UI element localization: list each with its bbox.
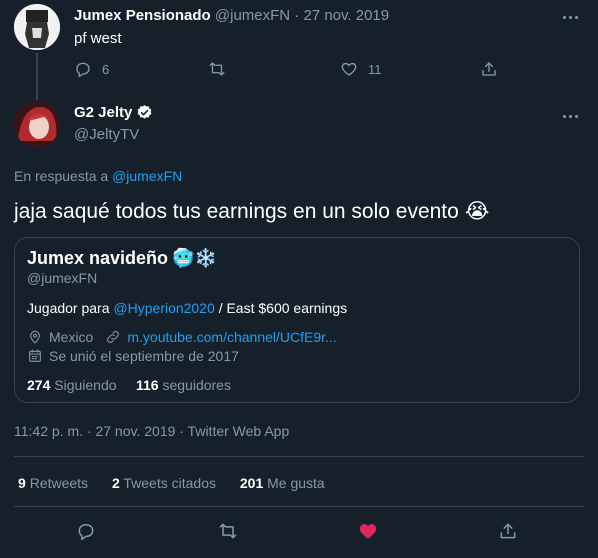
avatar-image bbox=[14, 101, 60, 147]
location-icon bbox=[30, 330, 40, 344]
likes-label: Me gusta bbox=[267, 475, 325, 491]
tweet-actions bbox=[0, 521, 598, 543]
tweet-text-row: jaja saqué todos tus earnings en un solo… bbox=[14, 199, 489, 224]
card-name-row: Jumex navideño 🥶❄️ bbox=[27, 248, 217, 269]
retweet-icon bbox=[209, 62, 225, 76]
quotes-count: 2 bbox=[111, 475, 120, 491]
author-name[interactable]: Jumex Pensionado bbox=[74, 7, 211, 24]
followers-stat[interactable]: 116 seguidores bbox=[136, 377, 231, 393]
card-stats: 274 Siguiendo 116 seguidores bbox=[27, 377, 231, 393]
bio-mention-link[interactable]: @Hyperion2020 bbox=[113, 300, 214, 316]
share-icon bbox=[482, 62, 496, 76]
separator: · bbox=[294, 7, 300, 24]
card-website-link[interactable]: m.youtube.com/channel/UCfE9r... bbox=[127, 329, 336, 345]
following-label: Siguiendo bbox=[54, 377, 117, 393]
like-button[interactable]: 11 bbox=[340, 60, 382, 78]
heart-icon bbox=[341, 62, 357, 76]
share-icon bbox=[500, 523, 516, 539]
followers-label: seguidores bbox=[162, 377, 231, 393]
likes-stat[interactable]: 201 Me gusta bbox=[240, 475, 325, 491]
avatar[interactable] bbox=[14, 101, 60, 147]
card-handle: @jumexFN bbox=[27, 270, 98, 286]
thread-line bbox=[36, 53, 38, 100]
share-button[interactable] bbox=[480, 60, 498, 78]
tweet-timestamp[interactable]: 11:42 p. m. · 27 nov. 2019 · Twitter Web… bbox=[14, 423, 289, 439]
profile-card[interactable]: Jumex navideño 🥶❄️ @jumexFN Jugador para… bbox=[14, 237, 580, 403]
retweets-stat[interactable]: 9 Retweets bbox=[18, 475, 88, 491]
parent-tweet[interactable]: Jumex Pensionado @jumexFN · 27 nov. 2019… bbox=[0, 0, 598, 100]
card-joined: Se unió el septiembre de 2017 bbox=[49, 348, 239, 364]
heart-icon bbox=[359, 524, 377, 539]
tweet-stats: 9 Retweets 2 Tweets citados 201 Me gusta bbox=[18, 475, 345, 491]
bio-prefix: Jugador para bbox=[27, 300, 110, 316]
link-icon bbox=[107, 331, 120, 343]
crying-emoji: 😭 bbox=[464, 200, 490, 223]
share-button[interactable] bbox=[498, 521, 518, 546]
author-name[interactable]: G2 Jelty bbox=[74, 104, 132, 121]
likes-count: 201 bbox=[239, 475, 264, 491]
reply-count: 6 bbox=[102, 61, 110, 77]
reply-context: En respuesta a @jumexFN bbox=[14, 168, 182, 184]
author-handle[interactable]: @JeltyTV bbox=[74, 126, 139, 143]
more-icon[interactable] bbox=[560, 9, 580, 25]
quotes-label: Tweets citados bbox=[123, 475, 216, 491]
avatar-image bbox=[14, 4, 60, 50]
tweet-text: pf west bbox=[74, 30, 122, 47]
retweets-label: Retweets bbox=[29, 475, 89, 491]
card-name: Jumex navideño bbox=[27, 248, 169, 268]
reply-mention-link[interactable]: @jumexFN bbox=[112, 168, 182, 184]
card-bio: Jugador para @Hyperion2020 / East $600 e… bbox=[27, 300, 347, 316]
parent-actions: 6 11 bbox=[74, 60, 504, 80]
card-location: Mexico bbox=[49, 329, 94, 345]
card-location-row: Mexico m.youtube.com/channel/UCfE9r... bbox=[27, 329, 337, 345]
author-handle[interactable]: @jumexFN bbox=[215, 7, 290, 24]
verified-badge-icon bbox=[138, 105, 152, 119]
retweet-button[interactable] bbox=[218, 521, 238, 546]
calendar-icon bbox=[29, 349, 41, 362]
parent-header: Jumex Pensionado @jumexFN · 27 nov. 2019 bbox=[74, 7, 389, 24]
avatar[interactable] bbox=[14, 4, 60, 50]
retweet-icon bbox=[219, 523, 237, 539]
like-count: 11 bbox=[368, 61, 382, 77]
divider bbox=[14, 506, 584, 507]
like-button[interactable] bbox=[358, 521, 378, 546]
tweet-text: jaja saqué todos tus earnings en un solo… bbox=[14, 199, 459, 223]
reply-button[interactable] bbox=[76, 521, 96, 546]
retweets-count: 9 bbox=[18, 475, 26, 491]
card-name-emojis: 🥶❄️ bbox=[172, 248, 217, 268]
following-stat[interactable]: 274 Siguiendo bbox=[27, 377, 117, 393]
following-count: 274 bbox=[27, 377, 51, 393]
author-name-row[interactable]: G2 Jelty bbox=[74, 104, 153, 121]
reply-icon bbox=[76, 62, 90, 78]
followers-count: 116 bbox=[135, 377, 159, 393]
divider bbox=[14, 456, 584, 457]
reply-prefix: En respuesta a bbox=[14, 168, 109, 184]
tweet-date[interactable]: 27 nov. 2019 bbox=[303, 7, 389, 24]
bio-suffix: / East $600 earnings bbox=[218, 300, 348, 316]
quotes-stat[interactable]: 2 Tweets citados bbox=[112, 475, 216, 491]
card-joined-row: Se unió el septiembre de 2017 bbox=[27, 348, 239, 364]
retweet-button[interactable] bbox=[208, 60, 226, 78]
reply-icon bbox=[78, 524, 94, 541]
reply-button[interactable]: 6 bbox=[74, 60, 109, 78]
more-icon[interactable] bbox=[560, 108, 580, 124]
